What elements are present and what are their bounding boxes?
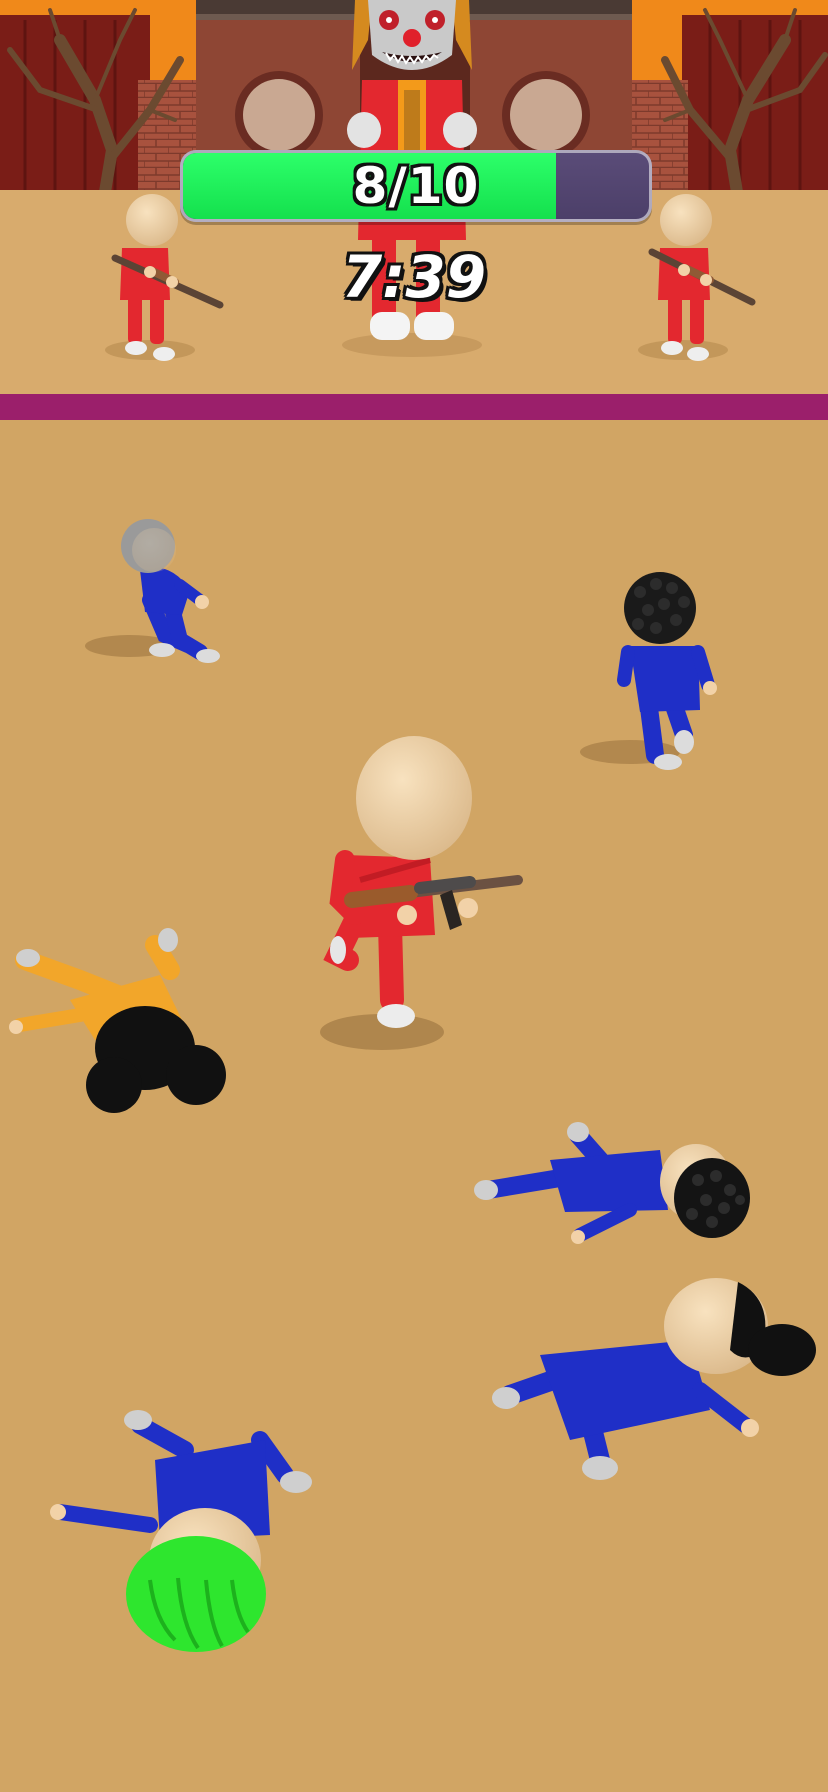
downed-contestant-afro (474, 1122, 750, 1244)
downed-contestant-orange (9, 928, 226, 1113)
finish-line (0, 394, 828, 420)
progress-text: 8/10 (352, 157, 480, 215)
countdown-timer: 7:39 (341, 243, 487, 311)
contestant-running-afro (580, 572, 717, 770)
contestant-running-grey (85, 519, 220, 663)
downed-contestant-green (50, 1410, 312, 1652)
player-character (320, 736, 523, 1050)
downed-contestant-bun (492, 1278, 816, 1480)
kill-progress-bar: 8/10 (180, 150, 652, 222)
